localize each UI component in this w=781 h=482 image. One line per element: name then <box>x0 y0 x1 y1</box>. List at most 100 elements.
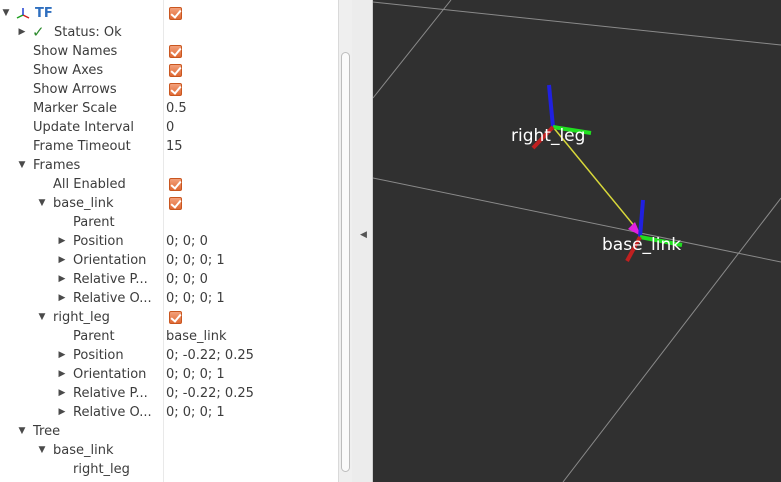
scrollbar-thumb[interactable] <box>341 52 350 472</box>
frame-position-row[interactable]: ▶ Position 0; -0.22; 0.25 <box>0 346 338 365</box>
property-label: Show Axes <box>33 63 104 78</box>
frame-orientation-row[interactable]: ▶ Orientation 0; 0; 0; 1 <box>0 251 338 270</box>
expand-icon[interactable]: ▶ <box>56 384 68 403</box>
tree-node-label: base_link <box>53 443 114 458</box>
property-value: 0; 0; 0 <box>166 272 208 287</box>
all-enabled-label: All Enabled <box>53 177 126 192</box>
property-label: Parent <box>73 329 115 344</box>
property-label: Frame Timeout <box>33 139 131 154</box>
status-text: Status: Ok <box>54 25 122 40</box>
expand-icon[interactable]: ▶ <box>56 270 68 289</box>
base-link-z-axis <box>638 199 645 238</box>
property-label: Update Interval <box>33 120 134 135</box>
property-label: Show Names <box>33 44 118 59</box>
frame-orientation-row[interactable]: ▶ Orientation 0; 0; 0; 1 <box>0 365 338 384</box>
vertical-scrollbar[interactable] <box>338 0 352 482</box>
property-label: Relative O... <box>73 405 152 420</box>
check-mark-icon: ✓ <box>32 23 45 41</box>
collapse-icon[interactable]: ▼ <box>36 308 48 327</box>
property-value: 0; 0; 0; 1 <box>166 367 225 382</box>
frame-row-base-link[interactable]: ▼ base_link <box>0 194 338 213</box>
right-leg-z-axis <box>547 84 555 128</box>
properties-panel: ▼ TF ▶ ✓ Status: Ok Show Names Show Axes… <box>0 0 338 482</box>
frame-enabled-checkbox[interactable] <box>169 311 182 324</box>
base-link-frame-label: base_link <box>602 235 681 255</box>
display-title: TF <box>35 6 53 21</box>
frame-timeout-row[interactable]: Frame Timeout 15 <box>0 137 338 156</box>
tree-node-label: right_leg <box>73 462 130 477</box>
show-names-checkbox[interactable] <box>169 45 182 58</box>
3d-viewport[interactable]: right_leg base_link <box>373 0 781 482</box>
expand-icon[interactable]: ▶ <box>56 289 68 308</box>
property-label: Position <box>73 234 124 249</box>
frame-timeout-value[interactable]: 15 <box>166 137 183 156</box>
grid-line <box>373 1 781 46</box>
property-value: 0; 0; 0; 1 <box>166 405 225 420</box>
property-value: 0; -0.22; 0.25 <box>166 386 254 401</box>
property-label: Relative P... <box>73 272 148 287</box>
tree-node-base-link[interactable]: ▼ base_link <box>0 441 338 460</box>
expand-icon[interactable]: ▶ <box>56 232 68 251</box>
expand-icon[interactable]: ▶ <box>16 23 28 42</box>
property-label: Orientation <box>73 253 147 268</box>
property-value: 0; 0; 0 <box>166 234 208 249</box>
collapse-icon[interactable]: ▼ <box>36 194 48 213</box>
show-arrows-checkbox[interactable] <box>169 83 182 96</box>
property-label: Parent <box>73 215 115 230</box>
property-label: Relative P... <box>73 386 148 401</box>
tf-frame-icon <box>16 8 30 19</box>
right-leg-frame-label: right_leg <box>511 126 585 146</box>
frame-relative-orientation-row[interactable]: ▶ Relative O... 0; 0; 0; 1 <box>0 403 338 422</box>
collapse-panel-icon[interactable]: ◀ <box>360 230 367 240</box>
frame-parent-row[interactable]: Parent base_link <box>0 327 338 346</box>
property-label: Orientation <box>73 367 147 382</box>
collapse-icon[interactable]: ▼ <box>16 156 28 175</box>
frame-name: right_leg <box>53 310 110 325</box>
grid-line <box>373 0 452 99</box>
property-value: 0; -0.22; 0.25 <box>166 348 254 363</box>
all-enabled-row[interactable]: All Enabled <box>0 175 338 194</box>
collapse-icon[interactable]: ▼ <box>16 422 28 441</box>
property-label: Marker Scale <box>33 101 118 116</box>
expand-icon[interactable]: ▶ <box>56 365 68 384</box>
frames-row[interactable]: ▼ Frames <box>0 156 338 175</box>
frame-relative-position-row[interactable]: ▶ Relative P... 0; -0.22; 0.25 <box>0 384 338 403</box>
expand-icon[interactable]: ▶ <box>56 403 68 422</box>
show-arrows-row[interactable]: Show Arrows <box>0 80 338 99</box>
property-label: Position <box>73 348 124 363</box>
property-label: Relative O... <box>73 291 152 306</box>
property-value: base_link <box>166 329 227 344</box>
show-axes-row[interactable]: Show Axes <box>0 61 338 80</box>
collapse-icon[interactable]: ▼ <box>0 4 12 23</box>
tree-node-right-leg[interactable]: right_leg <box>0 460 338 479</box>
frame-name: base_link <box>53 196 114 211</box>
tree-label: Tree <box>33 424 61 439</box>
frame-position-row[interactable]: ▶ Position 0; 0; 0 <box>0 232 338 251</box>
update-interval-row[interactable]: Update Interval 0 <box>0 118 338 137</box>
expand-icon[interactable]: ▶ <box>56 251 68 270</box>
frame-relative-orientation-row[interactable]: ▶ Relative O... 0; 0; 0; 1 <box>0 289 338 308</box>
frame-relative-position-row[interactable]: ▶ Relative P... 0; 0; 0 <box>0 270 338 289</box>
property-value: 0; 0; 0; 1 <box>166 291 225 306</box>
show-names-row[interactable]: Show Names <box>0 42 338 61</box>
panel-splitter[interactable]: ◀ <box>352 0 373 482</box>
grid-line <box>373 177 781 263</box>
frames-label: Frames <box>33 158 81 173</box>
marker-scale-row[interactable]: Marker Scale 0.5 <box>0 99 338 118</box>
property-value: 0; 0; 0; 1 <box>166 253 225 268</box>
show-axes-checkbox[interactable] <box>169 64 182 77</box>
frame-enabled-checkbox[interactable] <box>169 197 182 210</box>
tree-row[interactable]: ▼ Tree <box>0 422 338 441</box>
update-interval-value[interactable]: 0 <box>166 118 174 137</box>
status-row[interactable]: ▶ ✓ Status: Ok <box>0 23 338 42</box>
frame-row-right-leg[interactable]: ▼ right_leg <box>0 308 338 327</box>
tf-display-row[interactable]: ▼ TF <box>0 4 338 23</box>
frame-parent-row[interactable]: Parent <box>0 213 338 232</box>
expand-icon[interactable]: ▶ <box>56 346 68 365</box>
viewport-canvas[interactable]: right_leg base_link <box>373 0 781 482</box>
property-label: Show Arrows <box>33 82 117 97</box>
collapse-icon[interactable]: ▼ <box>36 441 48 460</box>
all-enabled-checkbox[interactable] <box>169 178 182 191</box>
marker-scale-value[interactable]: 0.5 <box>166 99 187 118</box>
tf-enabled-checkbox[interactable] <box>169 7 182 20</box>
